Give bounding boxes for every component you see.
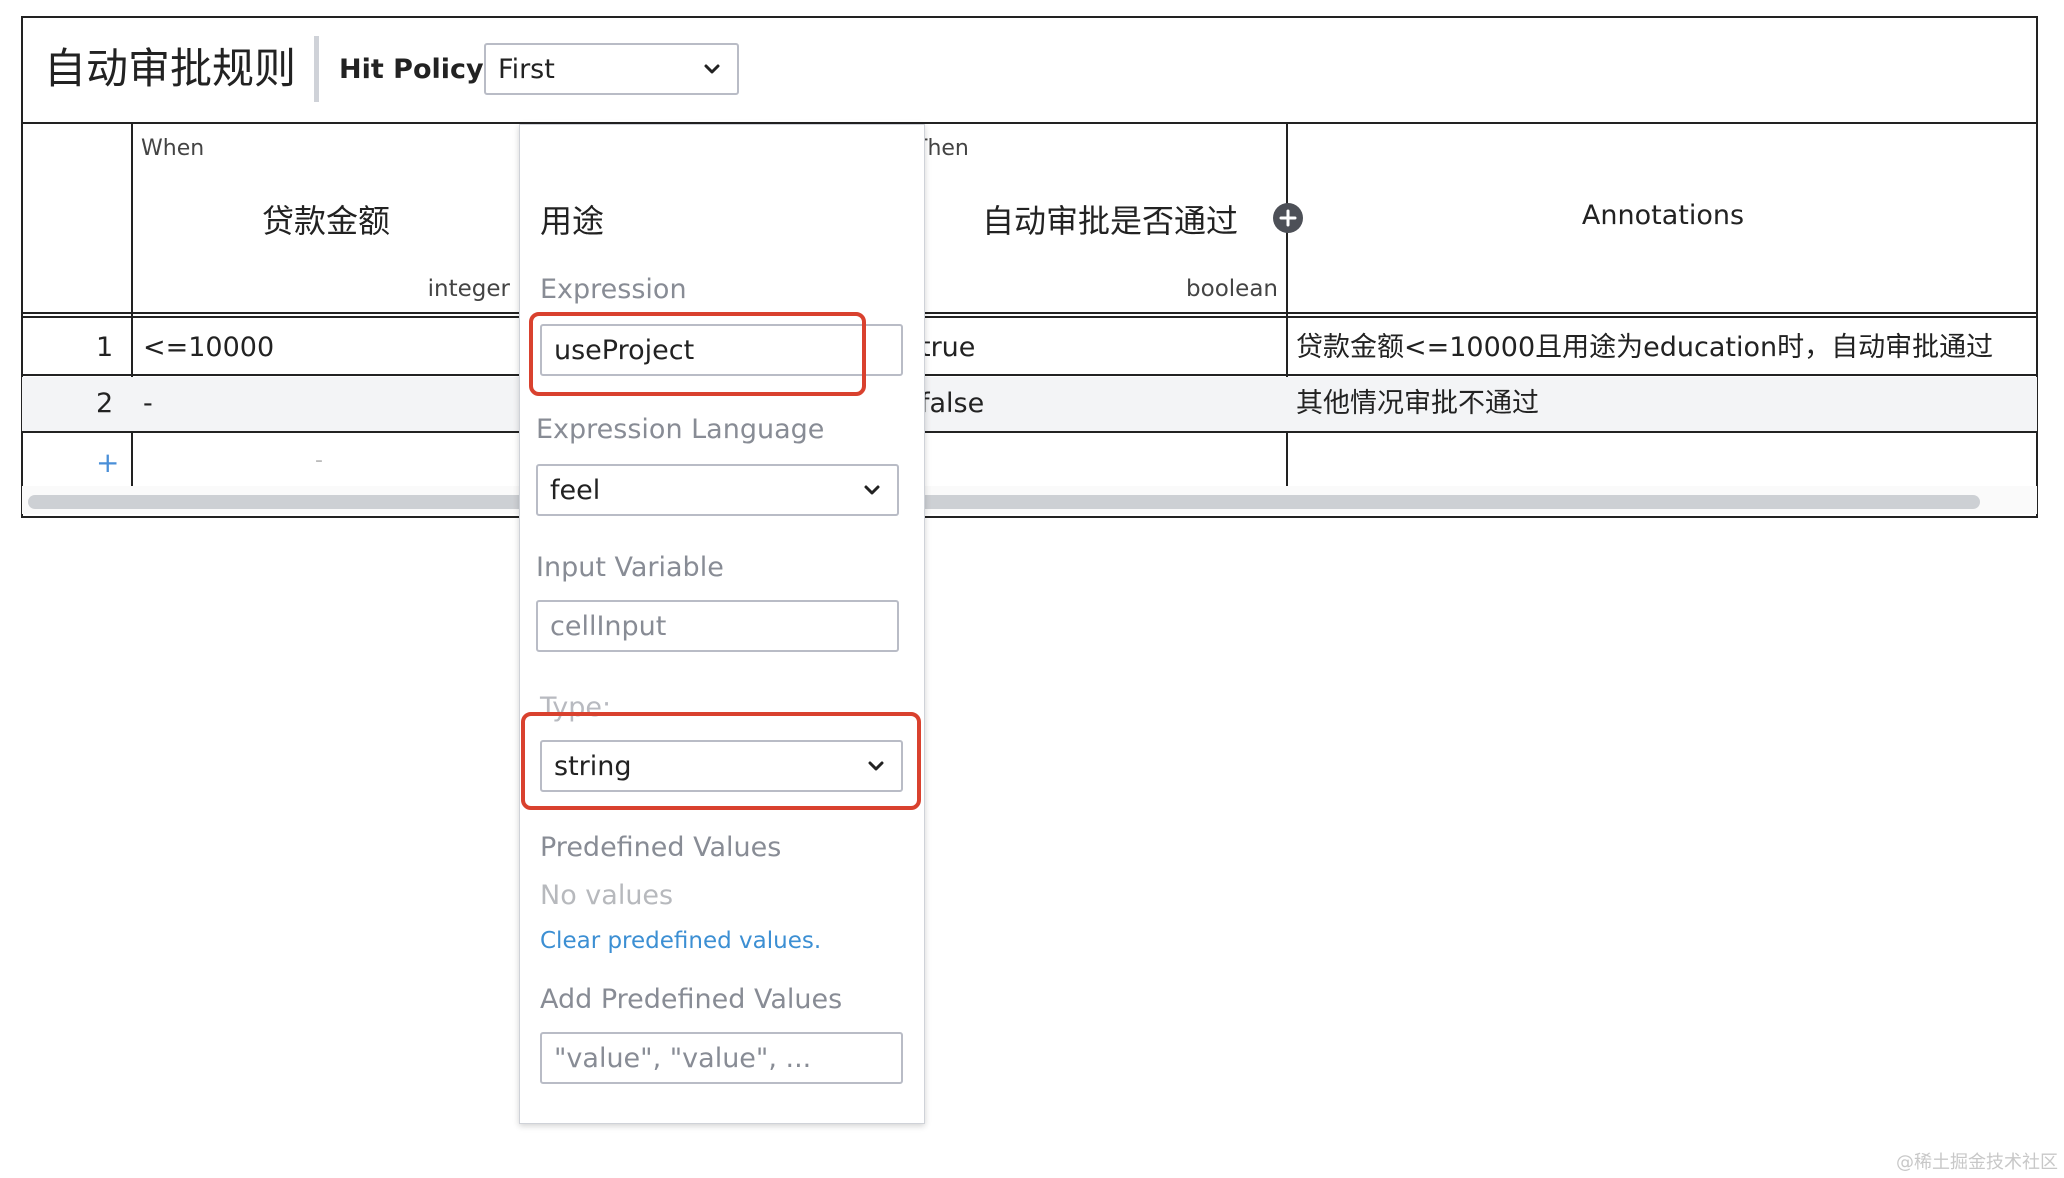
- annotations-header[interactable]: Annotations: [1288, 200, 2038, 231]
- add-predefined-placeholder: "value", "value", ...: [554, 1043, 812, 1074]
- row-divider: [22, 374, 2037, 376]
- no-values-text: No values: [540, 880, 674, 911]
- highlight-box: [521, 712, 921, 810]
- annotation-column-divider: [1286, 122, 1288, 486]
- scrollbar-thumb[interactable]: [28, 495, 1980, 509]
- output-cell[interactable]: false: [920, 384, 984, 424]
- decision-table: [21, 16, 2038, 518]
- row-divider: [22, 431, 2037, 433]
- annotation-cell[interactable]: 其他情况审批不通过: [1296, 384, 1539, 424]
- chevron-down-icon: [864, 485, 880, 495]
- header-top-border: [22, 122, 2037, 124]
- input-cell[interactable]: <=10000: [143, 328, 274, 368]
- chevron-down-icon: [704, 64, 720, 74]
- input-cell[interactable]: -: [143, 384, 153, 424]
- expression-label: Expression: [540, 274, 687, 305]
- row-index: 1: [96, 332, 114, 363]
- watermark: @稀土掘金技术社区: [1896, 1152, 2058, 1173]
- when-label: When: [141, 136, 205, 161]
- title-separator: [314, 36, 319, 102]
- predefined-values-label: Predefined Values: [540, 832, 782, 863]
- index-column-divider: [131, 122, 133, 486]
- input-variable-placeholder: cellInput: [550, 611, 667, 642]
- hit-policy-label: Hit Policy:: [339, 54, 495, 85]
- expression-language-value: feel: [550, 475, 601, 506]
- annotation-cell[interactable]: 贷款金额<=10000且用途为education时，自动审批通过: [1296, 328, 1993, 368]
- panel-title: 用途: [540, 202, 605, 240]
- clear-predefined-link[interactable]: Clear predefined values.: [540, 928, 821, 954]
- expression-language-select[interactable]: feel: [536, 464, 899, 516]
- add-predefined-label: Add Predefined Values: [540, 984, 843, 1015]
- row-index: 2: [96, 388, 114, 419]
- new-row-placeholder: -: [315, 448, 323, 473]
- header-bottom-border: [22, 312, 2037, 314]
- output-cell[interactable]: true: [920, 328, 975, 368]
- add-predefined-input[interactable]: "value", "value", ...: [540, 1032, 903, 1084]
- input-variable-field[interactable]: cellInput: [536, 600, 899, 652]
- add-row-button[interactable]: +: [96, 446, 119, 479]
- input-variable-label: Input Variable: [536, 552, 724, 583]
- table-title[interactable]: 自动审批规则: [44, 36, 296, 102]
- expression-language-label: Expression Language: [536, 414, 825, 445]
- hit-policy-select[interactable]: First: [484, 43, 739, 95]
- header-bottom-border-double: [22, 316, 2037, 318]
- output-column-type: boolean: [1186, 276, 1278, 302]
- hit-policy-value: First: [498, 54, 555, 85]
- input-column-type: integer: [427, 276, 510, 302]
- row-highlight: [22, 377, 2037, 431]
- output-column-name[interactable]: 自动审批是否通过: [925, 196, 1295, 242]
- input-column-name[interactable]: 贷款金额: [134, 196, 518, 242]
- highlight-box: [529, 312, 866, 396]
